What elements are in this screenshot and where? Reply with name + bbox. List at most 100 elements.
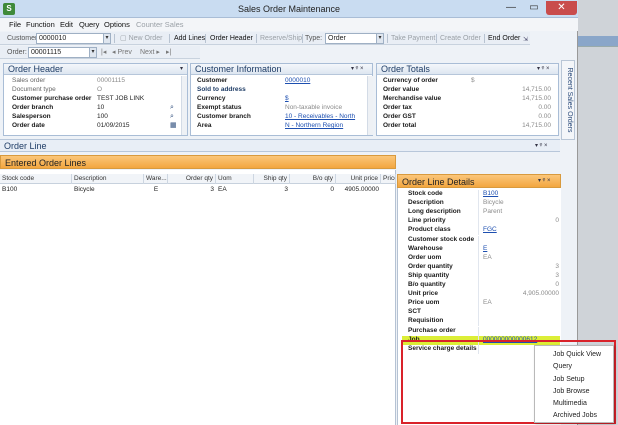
- detail-label: Ship quantity: [408, 271, 450, 279]
- end-order-button[interactable]: End Order: [486, 32, 522, 45]
- column-header[interactable]: Ship qty: [254, 174, 290, 184]
- column-header[interactable]: Uom: [216, 174, 254, 184]
- entered-order-lines-header: Entered Order Lines: [0, 155, 396, 169]
- last-record-icon[interactable]: ▸|: [164, 46, 173, 59]
- menu-item-job-setup[interactable]: Job Setup: [553, 374, 585, 386]
- detail-value[interactable]: FGC: [483, 226, 497, 234]
- field-label: Sales order: [12, 77, 46, 84]
- field-label: Order total: [383, 122, 417, 129]
- menu-item-job-quick-view[interactable]: Job Quick View: [553, 349, 601, 361]
- order-dropdown-icon[interactable]: ▾: [89, 47, 97, 58]
- menu-query[interactable]: Query: [79, 18, 99, 31]
- cell-order-qty: 3: [210, 186, 214, 193]
- panel-menu-icon[interactable]: ▾: [180, 64, 183, 75]
- take-payment-button[interactable]: Take Payment: [389, 32, 437, 45]
- next-button[interactable]: Next ▸: [138, 46, 162, 59]
- detail-label: Order quantity: [408, 262, 453, 270]
- scrollbar[interactable]: [181, 76, 187, 135]
- currency-link[interactable]: $: [285, 95, 289, 103]
- panel-pin-icon[interactable]: ▾ ᵠ ×: [538, 176, 551, 187]
- detail-label: B/o quantity: [408, 281, 446, 288]
- sold-to-address-label[interactable]: Sold to address: [197, 86, 246, 94]
- create-order-button[interactable]: Create Order: [438, 32, 483, 45]
- salesperson-value[interactable]: 100: [97, 113, 108, 121]
- detail-row: Line priority 0: [398, 217, 561, 227]
- menu-options[interactable]: Options: [104, 18, 130, 31]
- panel-pin-icon[interactable]: ▾ ᵠ ×: [351, 64, 364, 75]
- panel-pin-icon[interactable]: ▾ ᵠ ×: [535, 141, 548, 152]
- calendar-icon[interactable]: ▦: [170, 122, 177, 129]
- detail-value[interactable]: E: [483, 245, 487, 253]
- grid-header: Stock code Description Ware... Order qty…: [0, 174, 396, 184]
- detail-label: Stock code: [408, 190, 443, 197]
- new-order-button[interactable]: ▢ New Order: [118, 32, 164, 45]
- menu-item-query[interactable]: Query: [553, 361, 572, 373]
- type-select[interactable]: Order: [325, 33, 377, 44]
- detail-label: Unit price: [408, 290, 438, 298]
- detail-value: EA: [483, 299, 492, 307]
- sales-order-value[interactable]: 00001115: [97, 77, 125, 85]
- customer-branch-link[interactable]: 10 - Receivables - North: [285, 113, 355, 121]
- area-link[interactable]: N - Northern Region: [285, 122, 343, 130]
- column-header[interactable]: B/o qty: [290, 174, 336, 184]
- column-header[interactable]: Ware...: [144, 174, 168, 184]
- field-label: Order value: [383, 86, 420, 93]
- column-header[interactable]: Stock code: [0, 174, 72, 184]
- add-lines-button[interactable]: Add Lines: [172, 32, 207, 45]
- customer-dropdown-icon[interactable]: ▾: [103, 33, 111, 44]
- field-label: Order date: [12, 122, 45, 129]
- detail-row: B/o quantity 0: [398, 281, 561, 290]
- menu-function[interactable]: Function: [26, 18, 55, 31]
- detail-row: Unit price 4,905.00000: [398, 290, 561, 300]
- column-header[interactable]: Unit price: [336, 174, 381, 184]
- menu-item-multimedia[interactable]: Multimedia: [553, 398, 587, 410]
- detail-label: Order uom: [408, 253, 442, 261]
- field-label: Exempt status: [197, 104, 242, 111]
- document-type-value[interactable]: O: [97, 86, 102, 94]
- search-icon[interactable]: ⌕: [170, 113, 177, 120]
- detail-value[interactable]: B100: [483, 190, 498, 198]
- menu-item-archived-jobs[interactable]: Archived Jobs: [553, 410, 597, 422]
- prev-button[interactable]: ◂ Prev: [110, 46, 134, 59]
- maximize-button[interactable]: ▭: [523, 1, 545, 15]
- order-branch-value[interactable]: 10: [97, 104, 104, 112]
- recent-sales-orders-tab[interactable]: Recent Sales Orders: [561, 60, 575, 140]
- customer-input[interactable]: 0000010: [36, 33, 104, 44]
- detail-label: Requisition: [408, 317, 444, 325]
- order-input[interactable]: 00001115: [28, 47, 90, 58]
- toolbar-pin-icon[interactable]: ⇲: [523, 36, 531, 48]
- column-header[interactable]: Description: [72, 174, 144, 184]
- detail-value: EA: [483, 253, 492, 261]
- menu-counter-sales[interactable]: Counter Sales: [136, 18, 184, 31]
- column-header[interactable]: Order qty: [168, 174, 216, 184]
- order-line-details-title: Order Line Details: [402, 177, 475, 187]
- detail-label: SCT: [408, 308, 421, 316]
- type-dropdown-icon[interactable]: ▾: [376, 33, 384, 44]
- panel-pin-icon[interactable]: ▾ ᵠ ×: [537, 64, 550, 75]
- window-title: Sales Order Maintenance: [237, 4, 341, 14]
- job-context-menu: Job Quick View Query Job Setup Job Brows…: [534, 345, 614, 423]
- detail-label: Long description: [408, 208, 461, 216]
- menu-edit[interactable]: Edit: [60, 18, 73, 31]
- scrollbar[interactable]: [367, 76, 373, 135]
- field-label: Customer branch: [197, 113, 251, 120]
- menu-item-job-browse[interactable]: Job Browse: [553, 386, 590, 398]
- detail-label: Customer stock code: [408, 235, 475, 243]
- menu-file[interactable]: File: [9, 18, 21, 31]
- customer-link[interactable]: 0000010: [285, 77, 310, 85]
- order-header-button[interactable]: Order Header: [208, 32, 255, 45]
- order-date-value[interactable]: 01/09/2015: [97, 122, 130, 130]
- close-button[interactable]: ✕: [546, 1, 577, 15]
- first-record-icon[interactable]: |◂: [99, 46, 108, 59]
- order-totals-title: Order Totals: [381, 64, 430, 74]
- customer-po-value[interactable]: TEST JOB LINK: [97, 95, 144, 103]
- search-icon[interactable]: ⌕: [170, 104, 177, 111]
- reserve-ship-button[interactable]: Reserve/Ship: [258, 32, 304, 45]
- minimize-button[interactable]: —: [500, 1, 522, 15]
- column-header[interactable]: Price: [381, 174, 396, 184]
- field-label: Currency: [197, 95, 226, 102]
- order-value: 14,715.00: [522, 86, 551, 93]
- cell-ship-qty: 3: [284, 186, 288, 193]
- field-label: Salesperson: [12, 113, 51, 120]
- detail-label: Purchase order: [408, 326, 456, 334]
